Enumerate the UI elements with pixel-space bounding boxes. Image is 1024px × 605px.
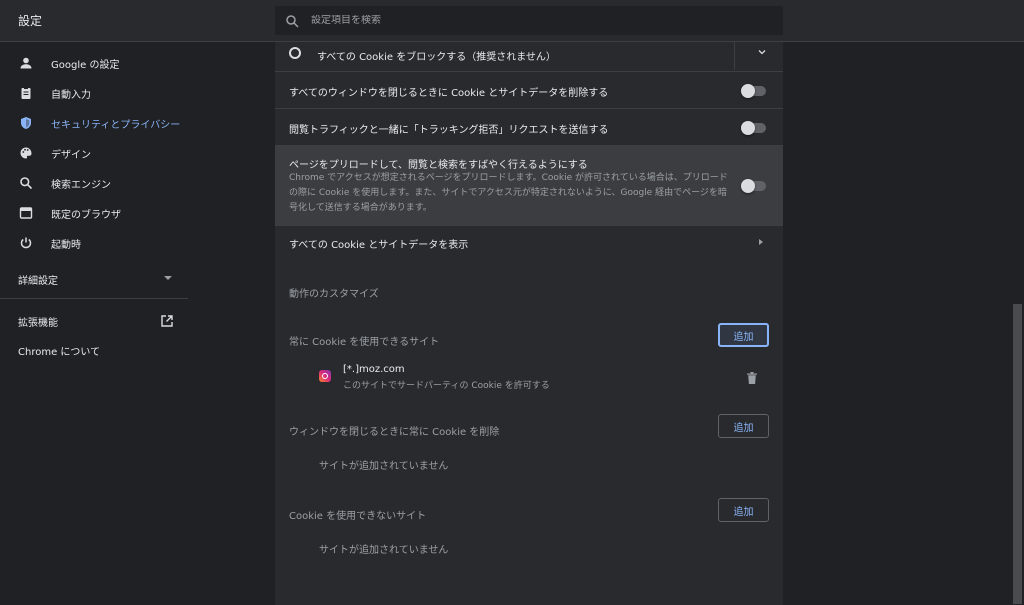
extensions-link[interactable]: 拡張機能 (18, 313, 178, 329)
see-all-cookies-row[interactable]: すべての Cookie とサイトデータを表示 (275, 226, 783, 258)
empty-list-text: サイトが追加されていません (319, 545, 449, 556)
top-bar: 設定 (0, 0, 1024, 42)
clear-on-close-row[interactable]: すべてのウィンドウを閉じるときに Cookie とサイトデータを削除する (275, 72, 783, 109)
shield-icon (21, 117, 31, 129)
customized-behaviors-heading: 動作のカスタマイズ (289, 289, 379, 300)
clipboard-icon (21, 87, 31, 99)
site-name: [*.]moz.com (343, 364, 405, 375)
chevron-down-icon[interactable] (758, 48, 766, 56)
palette-icon (20, 147, 32, 159)
site-detail: このサイトでサードパーティの Cookie を許可する (343, 381, 550, 391)
never-allow-label: Cookie を使用できないサイト (289, 511, 427, 522)
add-never-allow-button[interactable]: 追加 (718, 498, 769, 522)
add-always-allow-button[interactable]: 追加 (718, 323, 769, 347)
do-not-track-toggle[interactable] (741, 121, 766, 135)
preload-row[interactable]: ページをプリロードして、閲覧と検索をすばやく行えるようにする Chrome でア… (275, 146, 783, 226)
sidebar-item-security[interactable]: セキュリティとプライバシー (0, 108, 188, 138)
clear-on-close-label: すべてのウィンドウを閉じるときに Cookie とサイトデータを削除する (289, 88, 609, 99)
do-not-track-row[interactable]: 閲覧トラフィックと一緒に「トラッキング拒否」リクエストを送信する (275, 109, 783, 146)
page-title: 設定 (18, 14, 43, 28)
extensions-label: 拡張機能 (18, 317, 58, 329)
sidebar-item-autofill[interactable]: 自動入力 (0, 78, 188, 108)
open-in-new-icon (161, 315, 173, 327)
always-allow-label: 常に Cookie を使用できるサイト (289, 337, 440, 348)
do-not-track-label: 閲覧トラフィックと一緒に「トラッキング拒否」リクエストを送信する (289, 125, 609, 136)
instagram-icon (319, 370, 331, 382)
sidebar-divider (0, 298, 188, 299)
preload-title: ページをプリロードして、閲覧と検索をすばやく行えるようにする (289, 160, 588, 171)
block-all-cookies-row[interactable]: すべての Cookie をブロックする（推奨されません） (275, 42, 783, 72)
see-all-cookies-label: すべての Cookie とサイトデータを表示 (289, 240, 469, 251)
scrollbar-thumb[interactable] (1013, 304, 1022, 604)
empty-list-text: サイトが追加されていません (319, 461, 449, 472)
sidebar-item-label: セキュリティとプライバシー (51, 119, 181, 131)
sidebar-item-label: デザイン (51, 149, 91, 161)
sidebar-item-appearance[interactable]: デザイン (0, 138, 188, 168)
sidebar-item-search-engine[interactable]: 検索エンジン (0, 168, 188, 198)
search-input[interactable] (311, 15, 751, 26)
trash-icon[interactable] (747, 372, 757, 384)
advanced-section-toggle[interactable]: 詳細設定 (18, 271, 178, 287)
radio-button[interactable] (289, 47, 301, 59)
clear-on-close-toggle[interactable] (741, 84, 766, 98)
clear-on-exit-label: ウィンドウを閉じるときに常に Cookie を削除 (289, 427, 500, 438)
add-clear-on-exit-button[interactable]: 追加 (718, 414, 769, 438)
scrollbar[interactable] (1011, 42, 1024, 605)
sidebar-item-label: 自動入力 (51, 89, 91, 101)
person-icon (20, 57, 32, 69)
preload-toggle[interactable] (741, 179, 766, 193)
advanced-label: 詳細設定 (18, 275, 58, 287)
arrow-right-icon (759, 239, 763, 245)
settings-card: すべての Cookie をブロックする（推奨されません） すべてのウィンドウを閉… (275, 42, 783, 605)
sidebar-item-label: 既定のブラウザ (51, 209, 121, 221)
block-all-cookies-label: すべての Cookie をブロックする（推奨されません） (317, 52, 556, 63)
about-chrome-link[interactable]: Chrome について (18, 343, 100, 358)
sidebar-item-on-startup[interactable]: 起動時 (0, 228, 188, 258)
sidebar-item-google-settings[interactable]: Google の設定 (0, 48, 188, 78)
browser-icon (19, 207, 33, 219)
caret-down-icon (164, 276, 172, 280)
sidebar-item-default-browser[interactable]: 既定のブラウザ (0, 198, 188, 228)
sidebar-item-label: Google の設定 (51, 59, 120, 71)
vertical-separator (734, 42, 735, 70)
search-icon (286, 14, 299, 28)
search-box[interactable] (275, 6, 783, 35)
sidebar: Google の設定 自動入力 セキュリティとプライバシー デザイン 検索エンジ… (0, 43, 188, 605)
preload-description: Chrome でアクセスが想定されるページをプリロードします。Cookie が許… (289, 173, 728, 213)
power-icon (20, 237, 32, 249)
search-icon (20, 177, 33, 190)
sidebar-item-label: 検索エンジン (51, 179, 111, 191)
sidebar-item-label: 起動時 (51, 239, 81, 251)
